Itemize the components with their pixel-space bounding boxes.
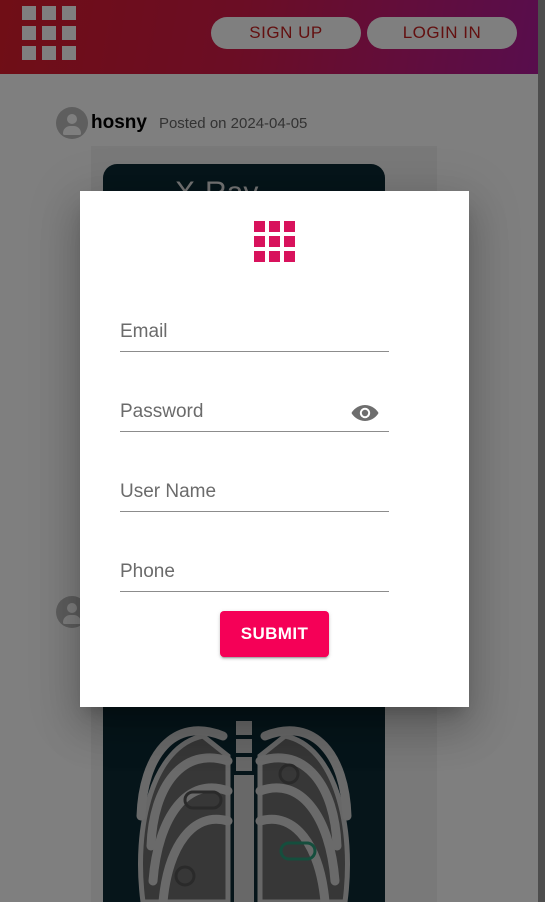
signup-dialog: SUBMIT — [80, 191, 469, 707]
password-field[interactable] — [120, 401, 340, 423]
phone-field-container — [120, 551, 389, 592]
eye-icon[interactable] — [351, 404, 379, 422]
email-field-container — [120, 311, 389, 352]
username-field[interactable] — [120, 481, 389, 503]
password-field-container — [120, 391, 389, 432]
submit-button[interactable]: SUBMIT — [220, 611, 329, 657]
email-field[interactable] — [120, 321, 389, 343]
phone-field[interactable] — [120, 561, 389, 583]
username-field-container — [120, 471, 389, 512]
grid-logo-icon — [254, 221, 295, 262]
